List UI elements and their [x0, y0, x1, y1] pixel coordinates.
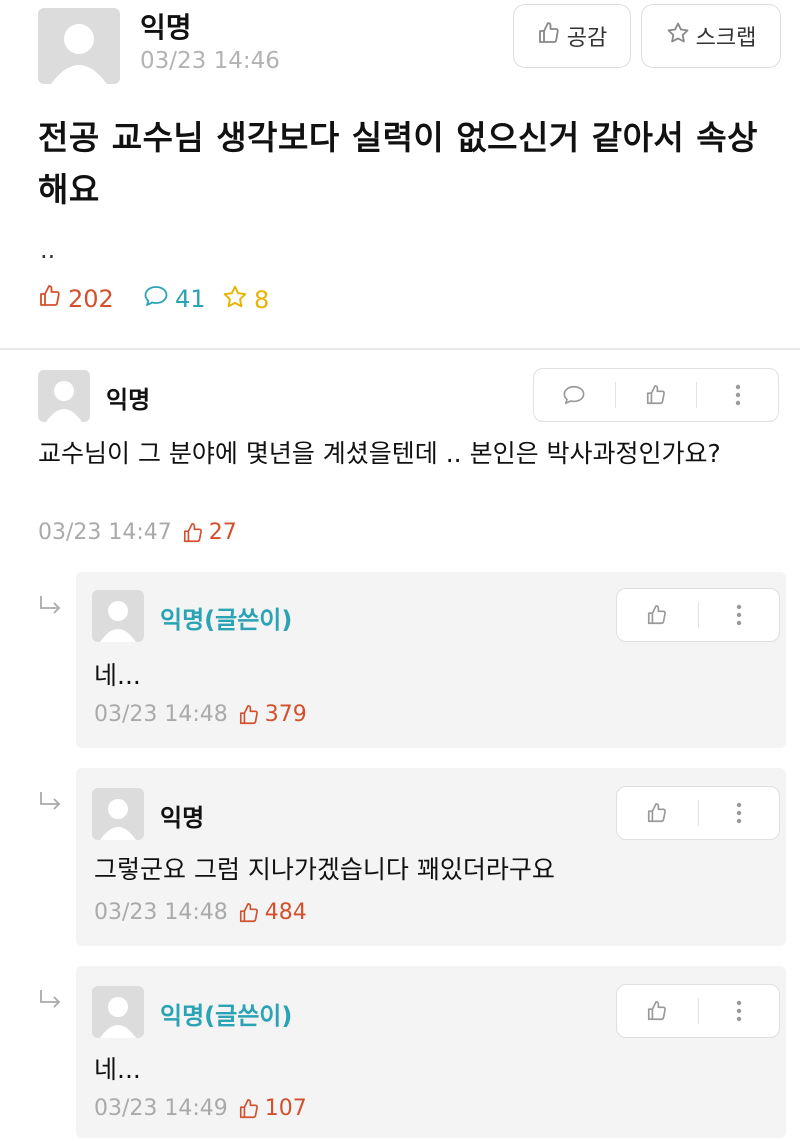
thumbs-up-icon	[38, 284, 62, 314]
thumbs-up-icon	[239, 704, 258, 724]
reply-actions	[616, 588, 780, 642]
reply-author: 익명	[160, 804, 205, 832]
more-vertical-icon	[736, 604, 741, 626]
avatar	[38, 8, 120, 84]
more-vertical-icon	[735, 384, 740, 406]
comment-like-button[interactable]	[616, 369, 697, 421]
reply-meta: 03/23 14:48 484	[94, 900, 307, 925]
thumbs-up-icon	[537, 21, 561, 51]
comment-like-count: 27	[182, 520, 237, 545]
like-button[interactable]: 공감	[513, 4, 631, 68]
more-vertical-icon	[736, 1000, 741, 1022]
scrap-button[interactable]: 스크랩	[641, 4, 781, 68]
reply-arrow-icon	[40, 990, 61, 1008]
reply-author: 익명(글쓴이)	[160, 606, 293, 634]
thumbs-up-icon	[648, 803, 667, 823]
reply-like-count: 107	[238, 1096, 307, 1121]
divider	[0, 348, 800, 350]
comment-author: 익명	[106, 386, 151, 414]
more-button[interactable]	[697, 369, 778, 421]
post-scrap-count: 8	[222, 284, 269, 316]
reply-date: 03/23 14:48	[94, 900, 228, 925]
reply-like-count: 379	[238, 702, 307, 727]
more-vertical-icon	[736, 802, 741, 824]
reply-text: 네...	[94, 1055, 141, 1084]
reply-arrow-icon	[40, 596, 61, 614]
thumbs-up-icon	[648, 605, 667, 625]
reply-text: 그렇군요 그럼 지나가겠습니다 꽤있더라구요	[94, 855, 555, 884]
post-date: 03/23 14:46	[140, 48, 280, 74]
reply-button[interactable]	[534, 369, 615, 421]
comment-meta: 03/23 14:47 27	[38, 520, 237, 545]
comment-date: 03/23 14:47	[38, 520, 172, 545]
comment-text: 교수님이 그 분야에 몇년을 계셨을텐데 .. 본인은 박사과정인가요?	[38, 439, 721, 468]
avatar	[92, 788, 144, 840]
reply-actions	[616, 984, 780, 1038]
avatar	[92, 590, 144, 642]
reply-date: 03/23 14:49	[94, 1096, 228, 1121]
star-icon	[666, 21, 690, 51]
avatar	[92, 986, 144, 1038]
reply-meta: 03/23 14:48 379	[94, 702, 307, 727]
avatar	[38, 370, 90, 422]
post-title: 전공 교수님 생각보다 실력이 없으신거 같아서 속상해요	[38, 118, 758, 209]
comment-icon	[143, 284, 169, 314]
like-button-label: 공감	[566, 26, 608, 51]
reply-author: 익명(글쓴이)	[160, 1002, 293, 1030]
post-body: ..	[40, 236, 56, 264]
reply-card: 익명(글쓴이) 네... 03/23 14:48 379	[76, 572, 786, 748]
scrap-button-label: 스크랩	[695, 26, 757, 51]
reply-like-button[interactable]	[617, 589, 698, 641]
post-comment-count: 41	[143, 284, 206, 314]
thumbs-up-icon	[239, 902, 258, 922]
post-author: 익명	[140, 11, 192, 44]
star-icon	[222, 284, 248, 316]
reply-text: 네...	[94, 661, 141, 690]
reply-like-button[interactable]	[617, 985, 698, 1037]
reply-card: 익명(글쓴이) 네... 03/23 14:49 107	[76, 966, 786, 1138]
thumbs-up-icon	[646, 385, 665, 405]
reply-date: 03/23 14:48	[94, 702, 228, 727]
comment-actions	[533, 368, 779, 422]
more-button[interactable]	[699, 589, 780, 641]
comment-icon	[563, 385, 585, 405]
reply-arrow-icon	[40, 792, 61, 810]
more-button[interactable]	[699, 787, 780, 839]
post-like-count: 202	[38, 284, 114, 314]
reply-like-count: 484	[238, 900, 307, 925]
reply-actions	[616, 786, 780, 840]
reply-like-button[interactable]	[617, 787, 698, 839]
thumbs-up-icon	[239, 1098, 258, 1118]
reply-meta: 03/23 14:49 107	[94, 1096, 307, 1121]
thumbs-up-icon	[183, 522, 202, 542]
thumbs-up-icon	[648, 1001, 667, 1021]
more-button[interactable]	[699, 985, 780, 1037]
reply-card: 익명 그렇군요 그럼 지나가겠습니다 꽤있더라구요 03/23 14:48 48…	[76, 768, 786, 946]
